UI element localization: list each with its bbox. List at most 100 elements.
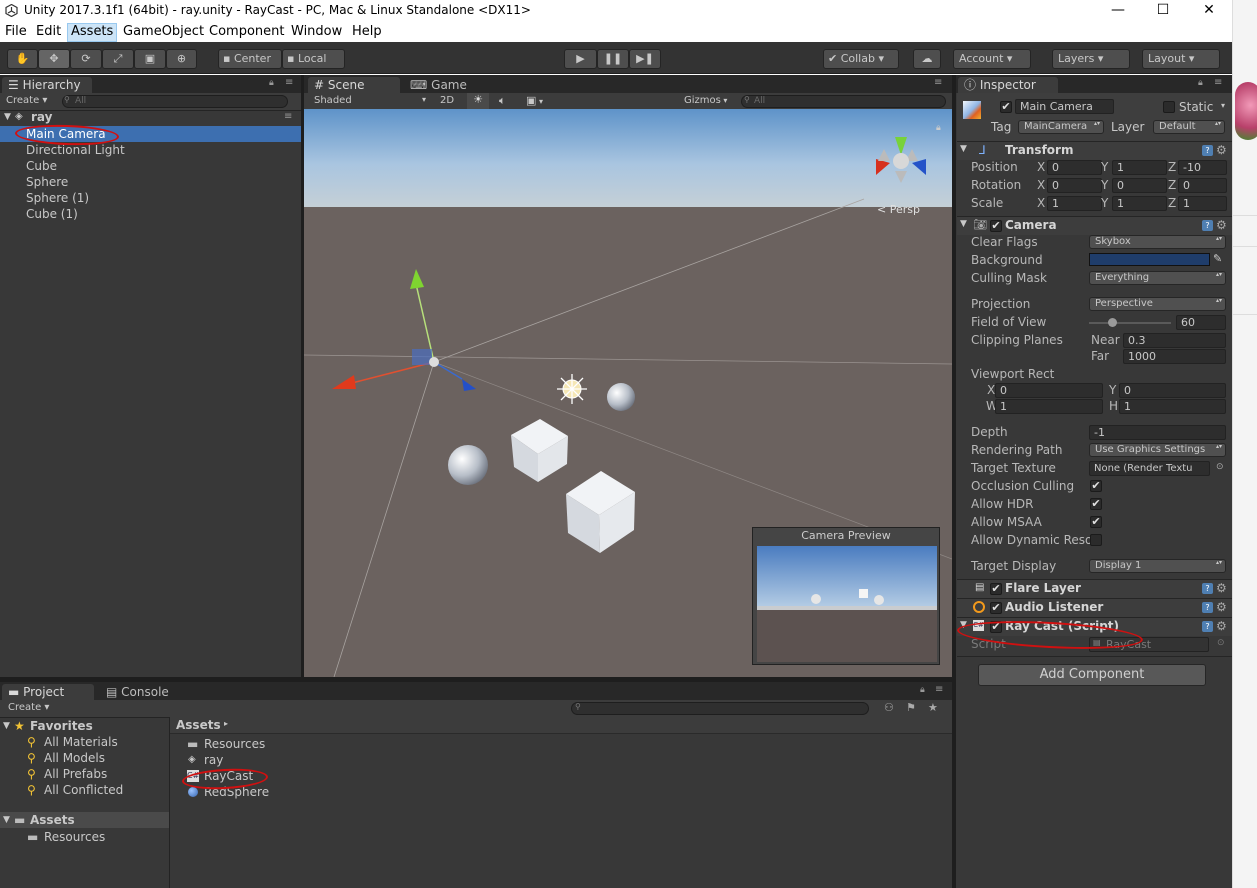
assets-tree-header[interactable]: ▼ ▬ Assets xyxy=(0,812,169,828)
shading-mode-dropdown[interactable]: Shaded xyxy=(314,95,352,106)
rotation-y-field[interactable]: 0 xyxy=(1112,178,1167,193)
gear-icon[interactable]: ⚙ xyxy=(1216,218,1227,232)
rotation-x-field[interactable]: 0 xyxy=(1047,178,1102,193)
menu-assets[interactable]: Assets xyxy=(67,23,118,42)
hierarchy-search-input[interactable]: All xyxy=(62,95,288,108)
breadcrumb-assets[interactable]: Assets xyxy=(176,718,221,732)
lock-icon[interactable]: 🔒︎ xyxy=(269,78,274,88)
depth-field[interactable]: -1 xyxy=(1089,425,1226,440)
assets-tree-item[interactable]: ▬ Resources xyxy=(0,829,169,845)
effects-dropdown[interactable]: ▣ ▾ xyxy=(526,94,543,107)
lock-icon[interactable]: 🔒︎ xyxy=(1198,78,1203,88)
create-dropdown[interactable]: Create ▾ xyxy=(8,702,49,713)
gear-icon[interactable]: ⚙ xyxy=(1216,619,1227,633)
allow-msaa-checkbox[interactable]: ✔ xyxy=(1090,516,1102,528)
gizmo-plane-handle[interactable] xyxy=(412,349,432,365)
audio-listener-checkbox[interactable]: ✔ xyxy=(990,602,1002,614)
expand-arrow-icon[interactable]: ▼ xyxy=(4,109,11,125)
sphere-object[interactable] xyxy=(607,383,635,411)
menu-help[interactable]: Help xyxy=(349,24,385,39)
gizmo-lock-icon[interactable]: 🔒︎ xyxy=(936,123,941,133)
help-book-icon[interactable]: ? xyxy=(1202,220,1213,231)
2d-toggle[interactable]: 2D xyxy=(440,95,454,106)
hierarchy-item-cube-1[interactable]: Cube (1) xyxy=(0,206,301,222)
move-tool-button[interactable]: ✥ xyxy=(38,49,70,69)
position-y-field[interactable]: 1 xyxy=(1112,160,1167,175)
transform-tool-button[interactable]: ⊕ xyxy=(166,49,197,69)
static-dropdown-arrow-icon[interactable]: ▾ xyxy=(1221,101,1225,110)
collapse-arrow-icon[interactable]: ▼ xyxy=(960,219,967,229)
culling-mask-dropdown[interactable]: Everything xyxy=(1089,271,1226,285)
add-component-button[interactable]: Add Component xyxy=(978,664,1206,686)
far-field[interactable]: 1000 xyxy=(1123,349,1226,364)
favorite-item[interactable]: ⚲ All Materials xyxy=(0,734,169,750)
filter-label-icon[interactable]: ⚑ xyxy=(906,701,916,714)
step-button[interactable]: ▶❚ xyxy=(629,49,661,69)
flare-layer-checkbox[interactable]: ✔ xyxy=(990,583,1002,595)
account-dropdown[interactable]: Account ▾ xyxy=(953,49,1031,69)
favorite-star-icon[interactable]: ★ xyxy=(928,701,938,714)
camera-enabled-checkbox[interactable]: ✔ xyxy=(990,220,1002,232)
hand-tool-button[interactable]: ✋ xyxy=(7,49,38,69)
favorites-header[interactable]: ▼ ★ Favorites xyxy=(0,718,169,734)
layout-dropdown[interactable]: Layout ▾ xyxy=(1142,49,1220,69)
position-z-field[interactable]: -10 xyxy=(1178,160,1227,175)
tab-game[interactable]: ⌨ Game xyxy=(404,77,496,93)
clear-flags-dropdown[interactable]: Skybox xyxy=(1089,235,1226,249)
tab-scene[interactable]: # Scene xyxy=(308,77,400,93)
menu-window[interactable]: Window xyxy=(288,24,345,39)
flare-layer-component-header[interactable]: ▤ ✔ Flare Layer ? ⚙ xyxy=(957,579,1232,598)
asset-item-resources[interactable]: ▬ Resources xyxy=(170,736,370,752)
allow-dynamic-resolution-checkbox[interactable] xyxy=(1090,534,1102,546)
menu-component[interactable]: Component xyxy=(206,24,287,39)
fov-field[interactable]: 60 xyxy=(1176,315,1226,330)
rotation-z-field[interactable]: 0 xyxy=(1178,178,1227,193)
expand-arrow-icon[interactable]: ▼ xyxy=(3,718,10,734)
rect-tool-button[interactable]: ▣ xyxy=(134,49,166,69)
space-local-toggle[interactable]: ▪ Local xyxy=(282,49,345,69)
active-checkbox[interactable]: ✔ xyxy=(1000,101,1012,113)
help-book-icon[interactable]: ? xyxy=(1202,602,1213,613)
allow-hdr-checkbox[interactable]: ✔ xyxy=(1090,498,1102,510)
expand-arrow-icon[interactable]: ▼ xyxy=(3,812,10,828)
audio-toggle[interactable]: 🔈︎ xyxy=(499,94,506,108)
scene-search-input[interactable]: All xyxy=(741,95,946,108)
rendering-path-dropdown[interactable]: Use Graphics Settings xyxy=(1089,443,1226,457)
layer-dropdown[interactable]: Default xyxy=(1153,120,1225,134)
gear-icon[interactable]: ⚙ xyxy=(1216,581,1227,595)
viewport-w-field[interactable]: 1 xyxy=(995,399,1103,414)
hierarchy-item-sphere[interactable]: Sphere xyxy=(0,174,301,190)
play-button[interactable]: ▶ xyxy=(564,49,597,69)
directional-light-sun-icon[interactable] xyxy=(557,374,587,404)
close-window-button[interactable]: ✕ xyxy=(1186,0,1232,22)
hierarchy-item-directional-light[interactable]: Directional Light xyxy=(0,142,301,158)
camera-gizmo-icon[interactable] xyxy=(429,357,439,367)
tab-console[interactable]: ▤ Console xyxy=(100,684,192,700)
cloud-button[interactable]: ☁ xyxy=(913,49,941,69)
scene-menu-icon[interactable]: ≡ xyxy=(284,109,292,125)
help-book-icon[interactable]: ? xyxy=(1202,621,1213,632)
occlusion-culling-checkbox[interactable]: ✔ xyxy=(1090,480,1102,492)
filter-type-icon[interactable]: ⚇ xyxy=(884,701,894,714)
favorite-item[interactable]: ⚲ All Conflicted xyxy=(0,782,169,798)
project-search-input[interactable] xyxy=(571,702,869,715)
tab-project[interactable]: ▬ Project xyxy=(2,684,94,700)
fov-slider-thumb[interactable] xyxy=(1107,318,1117,327)
pause-button[interactable]: ❚❚ xyxy=(597,49,629,69)
scale-z-field[interactable]: 1 xyxy=(1178,196,1227,211)
static-checkbox[interactable] xyxy=(1163,101,1175,113)
pivot-center-toggle[interactable]: ▪ Center xyxy=(218,49,282,69)
scale-tool-button[interactable]: ⤢ xyxy=(102,49,134,69)
audio-listener-component-header[interactable]: ✔ Audio Listener ? ⚙ xyxy=(957,598,1232,617)
gear-icon[interactable]: ⚙ xyxy=(1216,600,1227,614)
transform-component-header[interactable]: ▼ ⅃ Transform ? ⚙ xyxy=(957,141,1232,160)
favorite-item[interactable]: ⚲ All Prefabs xyxy=(0,766,169,782)
position-x-field[interactable]: 0 xyxy=(1047,160,1102,175)
favorite-item[interactable]: ⚲ All Models xyxy=(0,750,169,766)
viewport-y-field[interactable]: 0 xyxy=(1119,383,1226,398)
near-field[interactable]: 0.3 xyxy=(1123,333,1226,348)
help-book-icon[interactable]: ? xyxy=(1202,145,1213,156)
tab-inspector[interactable]: ⓘ Inspector xyxy=(958,77,1058,93)
menu-edit[interactable]: Edit xyxy=(33,24,64,39)
hierarchy-item-sphere-1[interactable]: Sphere (1) xyxy=(0,190,301,206)
